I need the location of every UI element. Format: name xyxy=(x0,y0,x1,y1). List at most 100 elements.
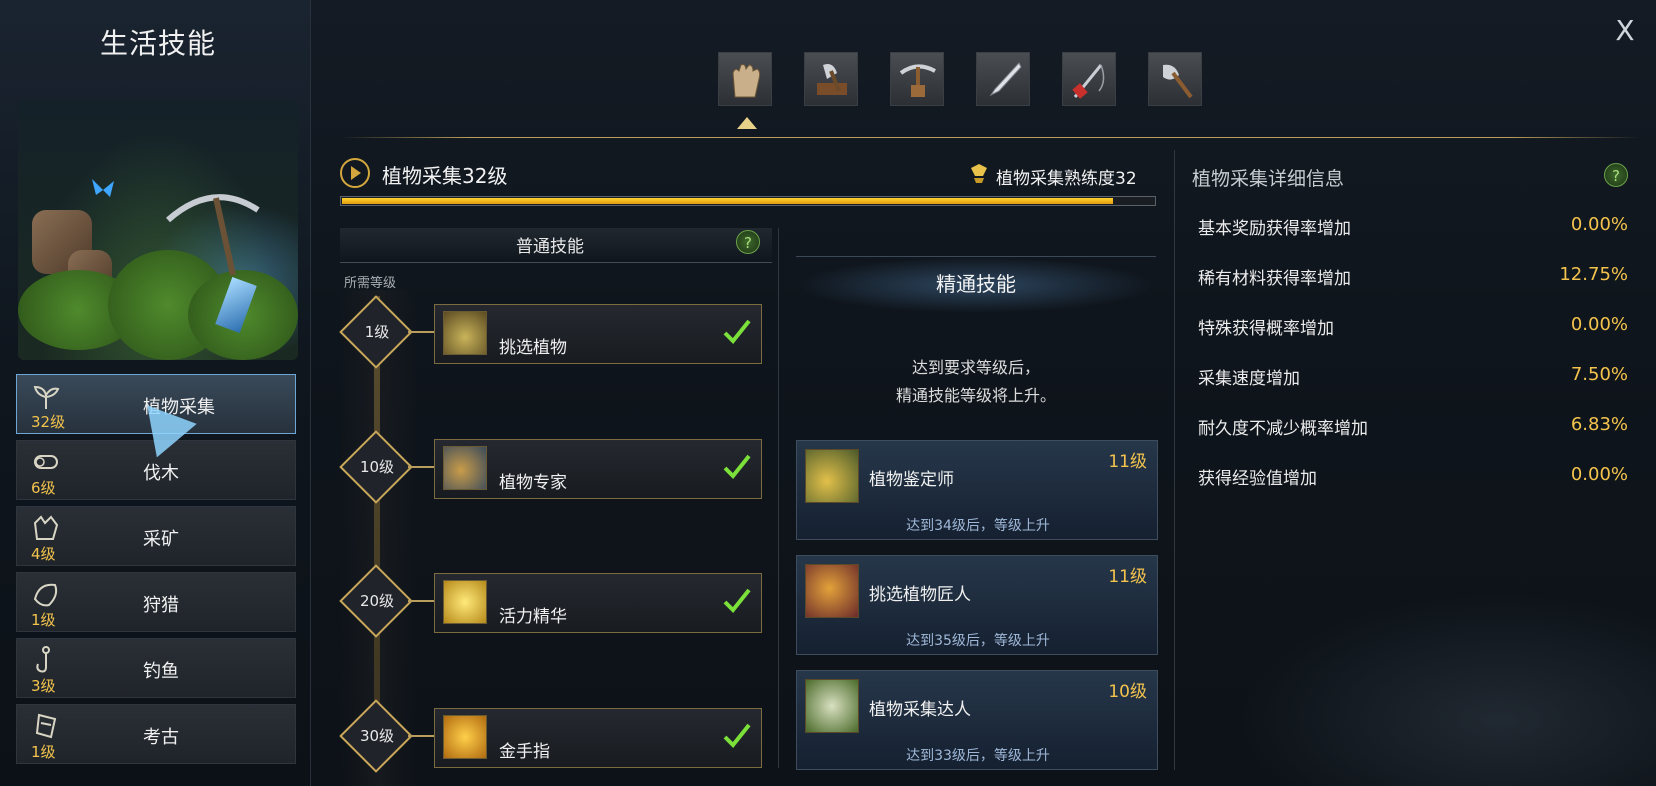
plant-picker-artisan-icon xyxy=(805,564,859,618)
detail-label: 基本奖励获得率增加 xyxy=(1198,219,1351,239)
mastery-skill-level: 11级 xyxy=(1108,567,1147,587)
tab-fishing-rod[interactable] xyxy=(1062,52,1116,106)
close-button[interactable]: X xyxy=(1608,14,1642,48)
detail-row: 耐久度不减少概率增加 6.83% xyxy=(1198,414,1628,444)
checkmark-icon xyxy=(723,319,751,344)
shovel-icon xyxy=(1163,64,1193,99)
progress-fill xyxy=(342,198,1114,204)
level-connector xyxy=(408,331,436,333)
normal-skill-card[interactable]: 金手指 xyxy=(434,708,762,768)
mastery-skill-note: 达到33级后，等级上升 xyxy=(906,748,1050,764)
log-icon xyxy=(31,447,61,477)
sidebar-item-hunting[interactable]: 1级 狩猎 xyxy=(16,572,296,632)
mastery-skill-name: 挑选植物匠人 xyxy=(869,585,971,605)
checkmark-icon xyxy=(723,454,751,479)
mastery-skill-note: 达到34级后，等级上升 xyxy=(906,518,1050,534)
sidebar-item-level: 32级 xyxy=(31,413,66,431)
normal-skill-name: 植物专家 xyxy=(499,473,567,493)
detail-label: 采集速度增加 xyxy=(1198,369,1300,389)
sidebar-item-level: 4级 xyxy=(31,545,56,563)
sidebar-item-mining[interactable]: 4级 采矿 xyxy=(16,506,296,566)
selected-tab-indicator xyxy=(737,117,757,129)
mastery-description-line: 达到要求等级后， xyxy=(911,358,1040,377)
sidebar-item-label: 钓鱼 xyxy=(143,661,179,682)
knife-icon xyxy=(989,62,1022,97)
normal-skill-name: 活力精华 xyxy=(499,607,567,627)
plant-master-icon xyxy=(805,679,859,733)
skill-level-title: 植物采集32级 xyxy=(382,164,508,188)
details-help-button[interactable]: ? xyxy=(1604,163,1628,187)
detail-row: 采集速度增加 7.50% xyxy=(1198,364,1628,394)
sidebar-item-label: 狩猎 xyxy=(143,595,179,616)
mastery-skill-name: 植物采集达人 xyxy=(869,700,971,720)
sidebar-item-label: 考古 xyxy=(143,727,179,748)
mastery-skill-card[interactable]: 植物鉴定师 11级 达到34级后，等级上升 xyxy=(796,440,1158,540)
mastery-skill-level: 11级 xyxy=(1108,452,1147,472)
level-connector xyxy=(408,600,436,602)
tab-shovel[interactable] xyxy=(1148,52,1202,106)
normal-skill-card[interactable]: 活力精华 xyxy=(434,573,762,633)
sidebar-item-level: 1级 xyxy=(31,743,56,761)
axe-icon xyxy=(817,64,847,95)
sidebar-item-level: 1级 xyxy=(31,611,56,629)
tab-pickaxe[interactable] xyxy=(890,52,944,106)
plant-expert-icon xyxy=(443,446,487,490)
tab-underline xyxy=(340,137,1640,138)
detail-label: 获得经验值增加 xyxy=(1198,469,1317,489)
proficiency-icon xyxy=(971,164,987,183)
fishing-rod-icon xyxy=(1072,64,1105,99)
detail-row: 稀有材料获得率增加 12.75% xyxy=(1198,264,1628,294)
level-requirement: 30级 xyxy=(359,727,395,745)
level-connector xyxy=(408,466,436,468)
tab-knife[interactable] xyxy=(976,52,1030,106)
hook-icon xyxy=(31,645,61,675)
hunt-icon xyxy=(31,579,61,609)
column-divider xyxy=(1174,150,1175,770)
sidebar: 生活技能 32级 植物采集 6级 伐木 4级 采矿 1级 狩猎 3级 钓鱼 1级… xyxy=(0,0,311,786)
sidebar-item-fishing[interactable]: 3级 钓鱼 xyxy=(16,638,296,698)
gloves-icon xyxy=(732,64,761,98)
sidebar-item-label: 采矿 xyxy=(143,529,179,550)
detail-value: 0.00% xyxy=(1570,214,1628,235)
mastery-skill-card[interactable]: 挑选植物匠人 11级 达到35级后，等级上升 xyxy=(796,555,1158,655)
detail-value: 12.75% xyxy=(1559,264,1628,285)
mastery-title: 精通技能 xyxy=(936,272,1016,296)
required-level-label: 所需等级 xyxy=(344,276,397,291)
level-connector xyxy=(408,735,436,737)
level-requirement: 20级 xyxy=(359,592,395,610)
proficiency-label: 植物采集熟练度32 xyxy=(996,169,1137,189)
dig-icon xyxy=(31,711,61,741)
detail-value: 0.00% xyxy=(1570,464,1628,485)
normal-skill-card[interactable]: 挑选植物 xyxy=(434,304,762,364)
mastery-skill-note: 达到35级后，等级上升 xyxy=(906,633,1050,649)
mastery-skill-level: 10级 xyxy=(1108,682,1147,702)
detail-row: 获得经验值增加 0.00% xyxy=(1198,464,1628,494)
sidebar-item-label: 伐木 xyxy=(143,463,179,484)
plant-appraiser-icon xyxy=(805,449,859,503)
mastery-skill-card[interactable]: 植物采集达人 10级 达到33级后，等级上升 xyxy=(796,670,1158,770)
detail-row: 基本奖励获得率增加 0.00% xyxy=(1198,214,1628,244)
sidebar-illustration xyxy=(18,100,298,360)
tab-gloves[interactable] xyxy=(718,52,772,106)
mastery-skill-name: 植物鉴定师 xyxy=(869,470,954,490)
normal-skill-card[interactable]: 植物专家 xyxy=(434,439,762,499)
normal-skill-name: 金手指 xyxy=(499,742,550,762)
detail-row: 特殊获得概率增加 0.00% xyxy=(1198,314,1628,344)
sidebar-item-archaeology[interactable]: 1级 考古 xyxy=(16,704,296,764)
sidebar-item-level: 6级 xyxy=(31,479,56,497)
detail-value: 0.00% xyxy=(1570,314,1628,335)
tab-axe[interactable] xyxy=(804,52,858,106)
normal-skill-name: 挑选植物 xyxy=(499,338,567,358)
sidebar-title: 生活技能 xyxy=(99,27,216,60)
checkmark-icon xyxy=(723,723,751,748)
life-skills-window: 生活技能 32级 植物采集 6级 伐木 4级 采矿 1级 狩猎 3级 钓鱼 1级… xyxy=(0,0,1656,786)
golden-finger-icon xyxy=(443,715,487,759)
ore-icon xyxy=(31,513,61,543)
detail-value: 6.83% xyxy=(1570,414,1628,435)
normal-help-button[interactable]: ? xyxy=(736,230,760,254)
normal-skills-title: 普通技能 xyxy=(516,237,584,257)
detail-label: 特殊获得概率增加 xyxy=(1198,319,1334,339)
sidebar-item-level: 3级 xyxy=(31,677,56,695)
details-title: 植物采集详细信息 xyxy=(1192,168,1345,190)
column-divider xyxy=(778,228,779,768)
